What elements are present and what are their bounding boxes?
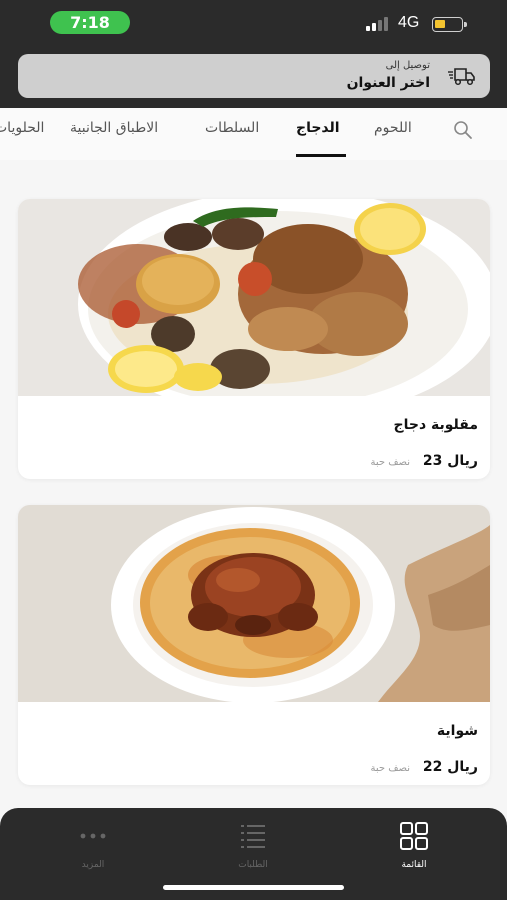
nav-orders-label: الطلبات (238, 860, 268, 870)
tab-chicken[interactable]: الدجاج (296, 120, 340, 136)
home-indicator (163, 885, 344, 890)
tab-meat[interactable]: اللحوم (374, 120, 412, 136)
battery-icon (432, 17, 467, 32)
nav-more[interactable]: المزيد (53, 820, 133, 876)
grilled-chicken-image (18, 505, 490, 702)
status-time: 7:18 (50, 11, 130, 34)
delivery-truck-icon (448, 68, 475, 86)
tab-desserts[interactable]: الحلويات (0, 120, 44, 136)
tab-side-dishes[interactable]: الاطباق الجانبية (70, 120, 158, 136)
list-icon (241, 825, 265, 848)
product-price: 22 ريال (422, 759, 478, 775)
nav-more-label: المزيد (81, 860, 105, 870)
signal-icon (366, 17, 390, 31)
top-header: 7:18 4G توصيل إلى اختر العنوان (0, 0, 507, 108)
nav-menu[interactable]: القائمة (374, 820, 454, 876)
maqluba-chicken-image (18, 199, 490, 396)
grid-icon (400, 822, 428, 850)
search-icon[interactable] (452, 119, 474, 141)
active-tab-indicator (296, 154, 346, 157)
network-type: 4G (398, 14, 420, 31)
product-unit: نصف حبة (370, 763, 410, 774)
nav-menu-label: القائمة (401, 860, 427, 870)
product-card[interactable]: شواية 22 ريال نصف حبة (18, 505, 490, 785)
delivery-to-label: توصيل إلى (385, 60, 430, 71)
product-unit: نصف حبة (370, 457, 410, 468)
product-price: 23 ريال (422, 453, 478, 469)
choose-address-label: اختر العنوان (346, 75, 430, 91)
tab-salads[interactable]: السلطات (205, 120, 259, 136)
battery-level (435, 20, 445, 28)
more-dots-icon (80, 833, 106, 839)
product-name: شواية (436, 723, 478, 739)
status-bar: 7:18 4G (0, 0, 507, 44)
product-name: مقلوبة دجاج (393, 417, 478, 433)
category-tabs: الحلويات الاطباق الجانبية السلطات الدجاج… (0, 108, 507, 160)
product-card[interactable]: مقلوبة دجاج 23 ريال نصف حبة (18, 199, 490, 479)
nav-orders[interactable]: الطلبات (213, 820, 293, 876)
delivery-address-selector[interactable]: توصيل إلى اختر العنوان (18, 54, 490, 98)
